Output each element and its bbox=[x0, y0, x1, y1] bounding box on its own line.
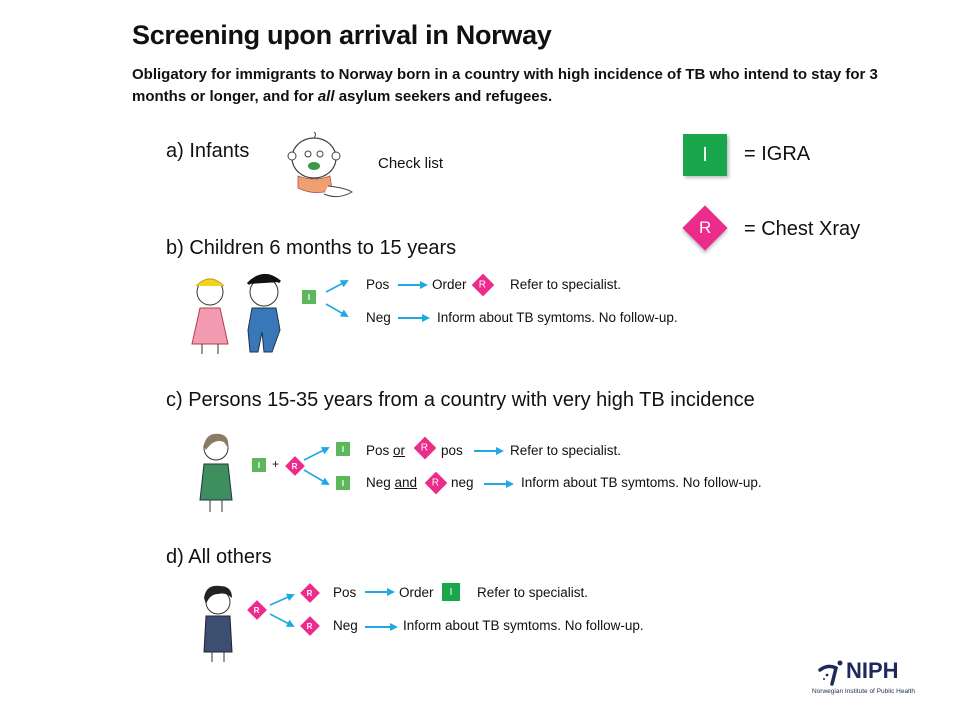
d-pos-igra-icon: I bbox=[442, 583, 460, 601]
d-pos-label: Pos bbox=[333, 585, 357, 600]
niph-logo: NIPH Norwegian Institute of Public Healt… bbox=[812, 658, 960, 700]
d-branch-neg-arrow bbox=[269, 613, 295, 627]
d-arrows bbox=[269, 588, 398, 631]
niph-logo-text: NIPH bbox=[846, 658, 899, 683]
niph-logo-subtext: Norwegian Institute of Public Health bbox=[812, 688, 915, 695]
niph-logo-icon bbox=[818, 660, 843, 686]
d-pos-action: Order bbox=[399, 585, 434, 600]
d-branch-pos-arrow bbox=[269, 593, 295, 606]
d-neg-result: Inform about TB symtoms. No follow-up. bbox=[403, 618, 644, 633]
d-pos-result: Refer to specialist. bbox=[477, 585, 589, 600]
d-neg-label: Neg bbox=[333, 618, 358, 633]
